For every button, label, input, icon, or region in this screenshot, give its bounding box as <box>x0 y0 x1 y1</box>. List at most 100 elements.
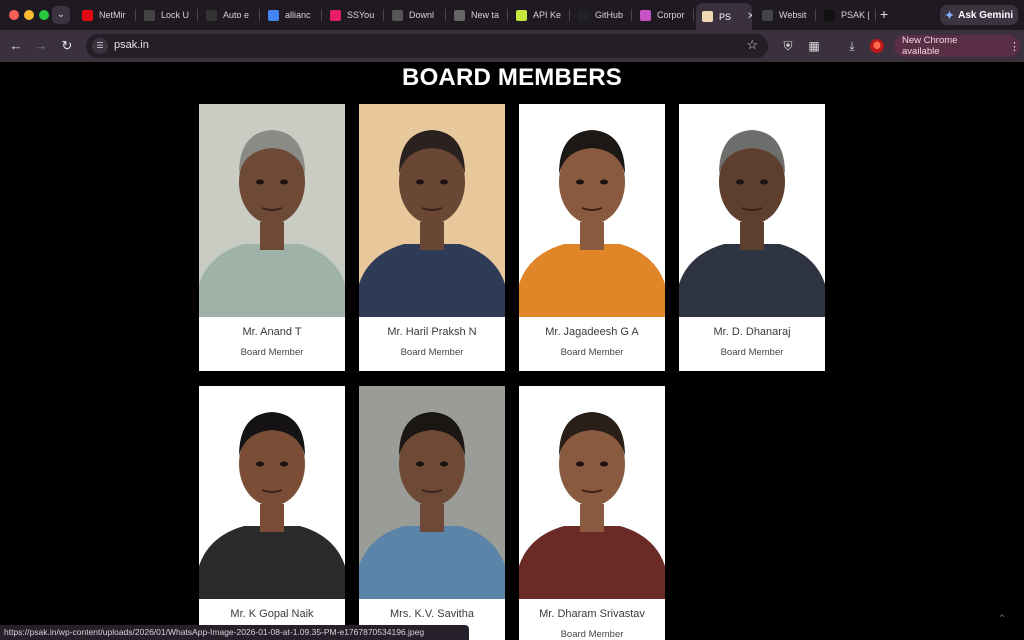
minimize-window-button[interactable] <box>24 10 34 20</box>
new-tab-button[interactable]: + <box>880 6 888 22</box>
tab-label: SSYou <box>347 10 375 20</box>
page-content: BOARD MEMBERS Mr. Anand T Board Member Mr.… <box>0 62 1024 640</box>
browser-tab[interactable]: Corpor <box>634 5 694 25</box>
member-card[interactable]: Mr. Dharam Srivastav Board Member <box>519 386 665 640</box>
tab-separator <box>445 9 446 21</box>
download-icon[interactable]: ⤓ <box>844 38 860 54</box>
chrome-icon <box>454 9 465 21</box>
browser-tab[interactable]: allianc <box>262 5 322 25</box>
tab-separator <box>631 9 632 21</box>
member-role: Board Member <box>400 347 464 358</box>
netflix-icon <box>82 9 93 21</box>
browser-tab[interactable]: PSAK | <box>818 5 876 25</box>
github-icon <box>578 9 589 21</box>
profile-avatar[interactable] <box>870 39 884 53</box>
tab-separator <box>507 9 508 21</box>
member-photo[interactable] <box>199 386 345 599</box>
address-bar[interactable]: ☰ psak.in ☆ <box>86 34 768 58</box>
psak-icon <box>702 11 713 22</box>
shield-extension-icon[interactable]: ⛨ <box>780 38 796 54</box>
tab-strip: ⌄ NetMir Lock U Auto e allianc SSYou Downl New… <box>0 0 1024 30</box>
browser-tab[interactable]: Lock U <box>138 5 198 25</box>
member-card[interactable]: Mr. D. Dhanaraj Board Member <box>679 104 825 371</box>
member-photo[interactable] <box>359 386 505 599</box>
back-arrow-icon[interactable]: ← <box>7 37 25 55</box>
browser-tab[interactable]: Downl <box>386 5 446 25</box>
member-photo[interactable] <box>519 386 665 599</box>
member-name: Mr. D. Dhanaraj <box>713 326 791 338</box>
tab-label: GitHub <box>595 10 624 20</box>
gemini-spark-icon: ✦ <box>944 9 955 22</box>
member-name: Mr. K Gopal Naik <box>230 608 314 620</box>
browser-tab[interactable]: New ta <box>448 5 508 25</box>
browser-toolbar: ← → ↻ ☰ psak.in ☆ ⛨ ▦ ⤓ New Chrome avail… <box>0 30 1024 62</box>
member-name: Mr. Anand T <box>242 326 302 338</box>
close-tab-icon[interactable]: ✕ <box>747 11 752 22</box>
tab-label: Lock U <box>161 10 190 20</box>
corporate-icon <box>640 9 651 21</box>
member-card[interactable]: Mr. Anand T Board Member <box>199 104 345 371</box>
scroll-to-top-chevron-icon[interactable]: ⌃ <box>997 612 1007 626</box>
tab-separator <box>197 9 198 21</box>
member-name: Mr. Jagadeesh G A <box>545 326 639 338</box>
tab-separator <box>815 9 816 21</box>
browser-tab[interactable]: GitHub <box>572 5 632 25</box>
member-name: Mrs. K.V. Savitha <box>390 608 474 620</box>
tab-label: API Ke <box>533 10 562 20</box>
extensions-puzzle-icon[interactable]: ▦ <box>806 38 822 54</box>
forward-arrow-icon[interactable]: → <box>32 37 50 55</box>
site-info-icon[interactable]: ☰ <box>92 38 108 54</box>
tab-separator <box>383 9 384 21</box>
google-icon <box>268 9 279 21</box>
tab-label: Websit <box>779 10 807 20</box>
tab-separator <box>259 9 260 21</box>
member-card[interactable]: Mr. K Gopal NaikBoard Member <box>199 386 345 640</box>
tab-label: allianc <box>285 10 311 20</box>
browser-tab[interactable]: PS ✕ <box>696 3 752 30</box>
browser-tab[interactable]: Auto e <box>200 5 260 25</box>
status-bar-url: https://psak.in/wp-content/uploads/2026/… <box>0 625 469 640</box>
close-window-button[interactable] <box>9 10 19 20</box>
new-chrome-available-button[interactable]: New Chrome available ⋮ <box>894 35 1020 57</box>
member-card[interactable]: Mrs. K.V. SavithaBoard Member <box>359 386 505 640</box>
tab-separator <box>569 9 570 21</box>
tab-label: Downl <box>409 10 435 20</box>
member-photo[interactable] <box>199 104 345 317</box>
browser-tab[interactable]: API Ke <box>510 5 570 25</box>
tab-label: PSAK | <box>841 10 870 20</box>
browser-tab[interactable]: NetMir <box>76 5 136 25</box>
auto-icon <box>206 9 217 21</box>
browser-tab[interactable]: Websit <box>756 5 816 25</box>
url-text[interactable]: psak.in <box>114 39 149 51</box>
ask-gemini-label: Ask Gemini <box>958 9 1014 21</box>
browser-tab[interactable]: SSYou <box>324 5 384 25</box>
member-role: Board Member <box>560 347 624 358</box>
member-photo[interactable] <box>679 104 825 317</box>
openai-icon <box>762 9 773 21</box>
tab-label: Auto e <box>223 10 250 20</box>
tab-separator <box>321 9 322 21</box>
tab-search-chevron-icon[interactable]: ⌄ <box>52 6 70 24</box>
member-role: Board Member <box>240 347 304 358</box>
u-icon <box>330 9 341 21</box>
api-icon <box>516 9 527 21</box>
member-card[interactable]: Mr. Jagadeesh G A Board Member <box>519 104 665 371</box>
ask-gemini-button[interactable]: ✦ Ask Gemini <box>940 5 1018 25</box>
member-card[interactable]: Mr. Haril Praksh N Board Member <box>359 104 505 371</box>
triangle-icon <box>824 9 835 21</box>
tab-label: Corpor <box>657 10 685 20</box>
member-photo[interactable] <box>519 104 665 317</box>
new-chrome-label: New Chrome available <box>902 35 958 57</box>
reload-icon[interactable]: ↻ <box>58 37 76 55</box>
tab-label: New ta <box>471 10 500 20</box>
bookmark-star-icon[interactable]: ☆ <box>746 37 758 53</box>
member-name: Mr. Haril Praksh N <box>387 326 477 338</box>
tab-separator <box>135 9 136 21</box>
more-menu-icon[interactable]: ⋮ <box>1009 40 1020 53</box>
lock-icon <box>144 9 155 21</box>
member-photo[interactable] <box>359 104 505 317</box>
maximize-window-button[interactable] <box>39 10 49 20</box>
member-name: Mr. Dharam Srivastav <box>539 608 645 620</box>
member-role: Board Member <box>560 629 624 640</box>
page-title: BOARD MEMBERS <box>402 64 622 91</box>
